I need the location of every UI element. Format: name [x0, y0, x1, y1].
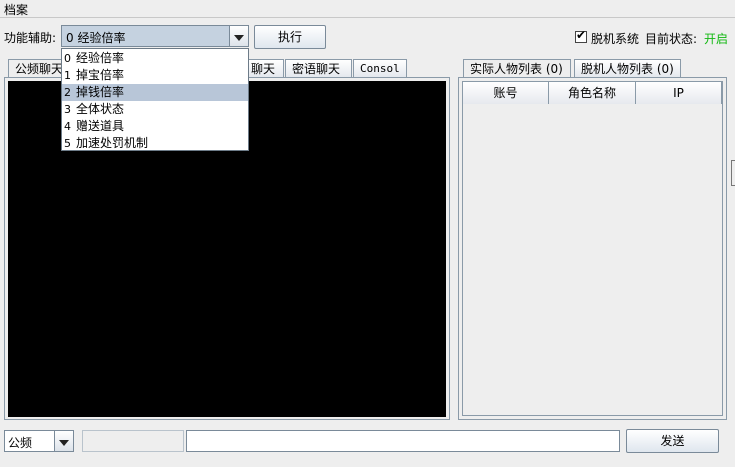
tab-whisper-chat[interactable]: 密语聊天 — [285, 59, 352, 77]
channel-select[interactable]: 公频 — [4, 430, 74, 452]
dropdown-item[interactable]: 3 全体状态 — [62, 101, 248, 118]
function-dropdown-list: 0 经验倍率 1 掉宝倍率 2 掉钱倍率 3 全体状态 4 赠送道具 5 加速处罚机制 — [61, 48, 249, 151]
execute-button[interactable]: 执行 — [254, 25, 326, 49]
tab-offline-players[interactable]: 脱机人物列表 (0) — [574, 59, 681, 77]
player-panel: 账号 角色名称 IP — [458, 77, 727, 420]
offline-checkbox[interactable]: ✔ — [575, 28, 587, 43]
player-table-header: 账号 角色名称 IP — [463, 82, 722, 104]
dropdown-item[interactable]: 0 经验倍率 — [62, 50, 248, 67]
resize-handle[interactable] — [731, 160, 735, 186]
column-header-role-name[interactable]: 角色名称 — [549, 82, 636, 104]
menu-bar: 档案 — [0, 0, 735, 18]
status-value: 开启 — [704, 32, 729, 46]
tab-chat[interactable]: 聊天 — [248, 59, 284, 77]
tab-real-players[interactable]: 实际人物列表 (0) — [463, 59, 571, 78]
dropdown-item[interactable]: 1 掉宝倍率 — [62, 67, 248, 84]
offline-checkbox-label: 脱机系统 — [591, 32, 640, 46]
dropdown-item[interactable]: 5 加速处罚机制 — [62, 135, 248, 152]
dropdown-item-selected[interactable]: 2 掉钱倍率 — [62, 84, 248, 101]
menu-archive[interactable]: 档案 — [4, 1, 28, 18]
function-label: 功能辅助: — [4, 31, 57, 45]
tab-console[interactable]: Consol — [353, 59, 407, 77]
column-header-account[interactable]: 账号 — [463, 82, 549, 104]
status-label: 目前状态: — [645, 32, 698, 46]
check-icon: ✔ — [576, 28, 587, 42]
tab-public-chat[interactable]: 公频聊天 — [8, 59, 64, 78]
target-name-field[interactable] — [82, 430, 184, 452]
function-select-value: 0 经验倍率 — [66, 31, 126, 45]
function-select[interactable]: 0 经验倍率 — [61, 25, 249, 47]
message-input[interactable] — [186, 430, 620, 452]
send-button[interactable]: 发送 — [626, 429, 719, 453]
channel-select-value: 公频 — [8, 436, 33, 450]
chevron-down-icon[interactable] — [54, 431, 73, 451]
column-header-ip[interactable]: IP — [636, 82, 722, 104]
chevron-down-icon[interactable] — [229, 26, 248, 46]
player-table[interactable]: 账号 角色名称 IP — [462, 81, 723, 416]
dropdown-item[interactable]: 4 赠送道具 — [62, 118, 248, 135]
